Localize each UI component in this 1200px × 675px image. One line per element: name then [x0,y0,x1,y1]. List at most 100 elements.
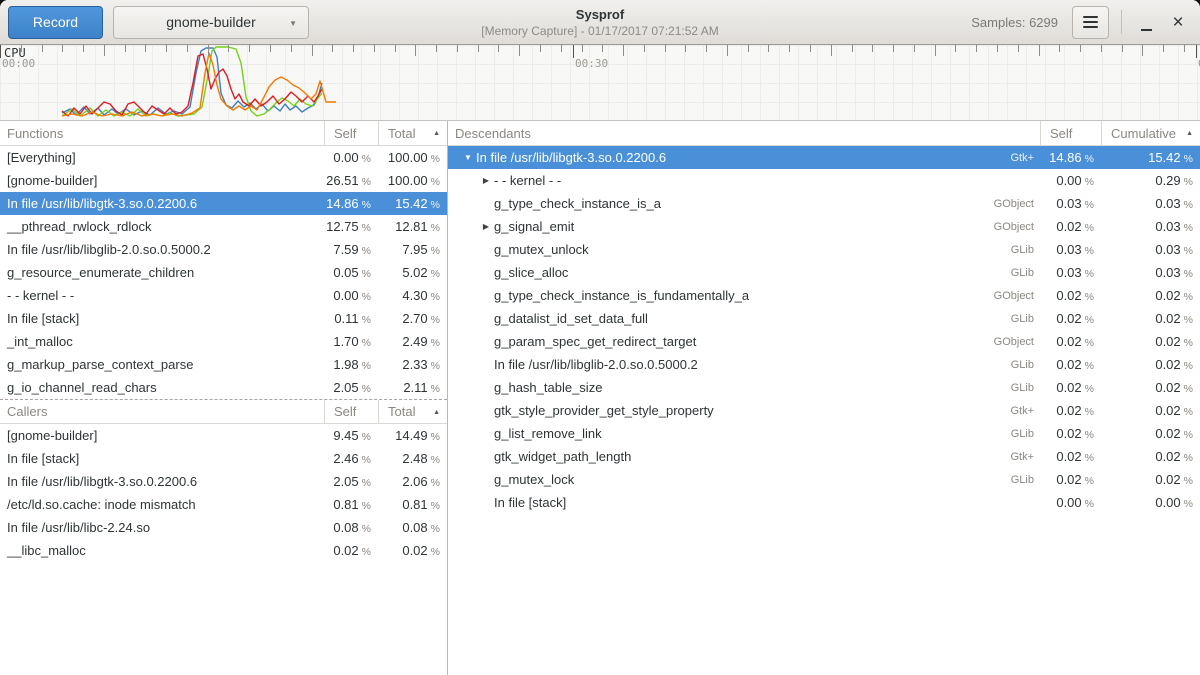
expander-expanded-icon[interactable]: ▼ [460,153,476,162]
tree-row[interactable]: g_datalist_id_set_data_fullGLib0.02%0.02… [448,307,1200,330]
table-row[interactable]: [gnome-builder]26.51%100.00% [0,169,447,192]
percent-sign: % [362,291,371,303]
functions-table-header: Functions Self Total ▲ [0,121,447,146]
tree-row[interactable]: g_mutex_lockGLib0.02%0.02% [448,468,1200,491]
function-name-text: g_type_check_instance_is_fundamentally_a [494,288,749,303]
percent-cell: 15.42% [1101,150,1200,165]
percent-sign: % [362,360,371,372]
tree-row[interactable]: g_mutex_unlockGLib0.03%0.03% [448,238,1200,261]
ruler-tick [540,45,541,52]
tree-row[interactable]: ▶g_signal_emitGObject0.02%0.03% [448,215,1200,238]
table-row[interactable]: In file [stack]0.11%2.70% [0,307,447,330]
table-row[interactable]: __libc_malloc0.02%0.02% [0,539,447,562]
percent-cell: 0.03% [1101,196,1200,211]
time-label: 00:00 [2,57,35,70]
function-name: g_param_spec_get_redirect_targetGObject [448,330,1040,353]
expander-collapsed-icon[interactable]: ▶ [478,222,494,231]
table-row[interactable]: __pthread_rwlock_rdlock12.75%12.81% [0,215,447,238]
profile-panes: Functions Self Total ▲ [Everything]0.00%… [0,121,1200,675]
percent-sign: % [1184,176,1193,188]
percent-cell: 2.11% [378,380,447,395]
library-badge: GLib [1011,428,1040,440]
ruler-tick [478,45,479,52]
callers-column-header[interactable]: Callers [0,400,324,423]
functions-table: [Everything]0.00%100.00%[gnome-builder]2… [0,146,447,399]
percent-sign: % [1184,199,1193,211]
descendants-column-header[interactable]: Descendants [448,121,1040,145]
left-pane: Functions Self Total ▲ [Everything]0.00%… [0,121,448,675]
tree-row[interactable]: In file /usr/lib/libglib-2.0.so.0.5000.2… [448,353,1200,376]
ruler-tick [1101,45,1102,52]
callers-self-column-header[interactable]: Self [324,400,378,423]
table-row[interactable]: In file /usr/lib/libc-2.24.so0.08%0.08% [0,516,447,539]
percent-cell: 2.46% [324,451,378,466]
percent-cell: 12.81% [378,219,447,234]
ruler-tick [1059,45,1060,52]
tree-row[interactable]: ▼In file /usr/lib/libgtk-3.so.0.2200.6Gt… [448,146,1200,169]
function-name: __pthread_rwlock_rdlock [0,215,324,238]
tree-row[interactable]: ▶- - kernel - -0.00%0.29% [448,169,1200,192]
ruler-tick [1184,45,1185,52]
percent-sign: % [1085,153,1094,165]
ruler-tick [187,45,188,52]
table-row[interactable]: [Everything]0.00%100.00% [0,146,447,169]
table-row[interactable]: [gnome-builder]9.45%14.49% [0,424,447,447]
table-row[interactable]: In file /usr/lib/libgtk-3.so.0.2200.62.0… [0,470,447,493]
descendants-self-column-header[interactable]: Self [1040,121,1101,145]
tree-row[interactable]: g_slice_allocGLib0.03%0.03% [448,261,1200,284]
target-process-dropdown[interactable]: gnome-builder ▼ [113,6,309,39]
menu-button[interactable] [1072,6,1109,39]
tree-row[interactable]: g_param_spec_get_redirect_targetGObject0… [448,330,1200,353]
functions-total-column-header[interactable]: Total ▲ [378,121,447,145]
minimize-button[interactable] [1130,6,1162,39]
percent-sign: % [1085,498,1094,510]
function-name: _int_malloc [0,330,324,353]
ruler-tick [395,45,396,52]
tree-row[interactable]: g_hash_table_sizeGLib0.02%0.02% [448,376,1200,399]
functions-self-column-header[interactable]: Self [324,121,378,145]
percent-sign: % [1085,222,1094,234]
table-row[interactable]: In file /usr/lib/libgtk-3.so.0.2200.614.… [0,192,447,215]
tree-row[interactable]: g_type_check_instance_is_aGObject0.03%0.… [448,192,1200,215]
cpu-graph[interactable]: CPU 00:0000:3001:00 [0,45,1200,121]
table-row[interactable]: g_markup_parse_context_parse1.98%2.33% [0,353,447,376]
percent-sign: % [431,176,440,188]
function-name: g_list_remove_linkGLib [448,422,1040,445]
table-row[interactable]: - - kernel - -0.00%4.30% [0,284,447,307]
percent-cell: 0.02% [1101,357,1200,372]
expander-collapsed-icon[interactable]: ▶ [478,176,494,185]
ruler-tick [436,45,437,52]
table-row[interactable]: g_io_channel_read_chars2.05%2.11% [0,376,447,399]
table-row[interactable]: In file /usr/lib/libglib-2.0.so.0.5000.2… [0,238,447,261]
close-icon: × [1172,13,1183,32]
tree-row[interactable]: gtk_style_provider_get_style_propertyGtk… [448,399,1200,422]
tree-row[interactable]: g_type_check_instance_is_fundamentally_a… [448,284,1200,307]
percent-cell: 0.02% [1040,334,1101,349]
table-row[interactable]: g_resource_enumerate_children0.05%5.02% [0,261,447,284]
ruler-tick [42,45,43,52]
close-button[interactable]: × [1162,6,1194,39]
descendants-cumulative-column-header[interactable]: Cumulative ▲ [1101,121,1200,145]
tree-row[interactable]: g_list_remove_linkGLib0.02%0.02% [448,422,1200,445]
function-name-text: g_mutex_lock [494,472,574,487]
function-name: g_slice_allocGLib [448,261,1040,284]
ruler-tick [582,45,583,52]
ruler-tick [1142,45,1143,56]
table-row[interactable]: /etc/ld.so.cache: inode mismatch0.81%0.8… [0,493,447,516]
tree-row[interactable]: gtk_widget_path_lengthGtk+0.02%0.02% [448,445,1200,468]
table-row[interactable]: In file [stack]2.46%2.48% [0,447,447,470]
ruler-tick [789,45,790,52]
percent-cell: 0.02% [1040,288,1101,303]
function-name-text: In file /usr/lib/libglib-2.0.so.0.5000.2 [494,357,698,372]
ruler-tick [748,45,749,52]
record-button[interactable]: Record [8,6,103,39]
tree-row[interactable]: In file [stack]0.00%0.00% [448,491,1200,514]
callers-total-column-header[interactable]: Total ▲ [378,400,447,423]
ruler-tick [145,45,146,52]
hamburger-icon [1083,16,1098,18]
percent-cell: 2.06% [378,474,447,489]
ruler-tick [62,45,63,52]
functions-column-header[interactable]: Functions [0,121,324,145]
table-row[interactable]: _int_malloc1.70%2.49% [0,330,447,353]
percent-sign: % [431,314,440,326]
